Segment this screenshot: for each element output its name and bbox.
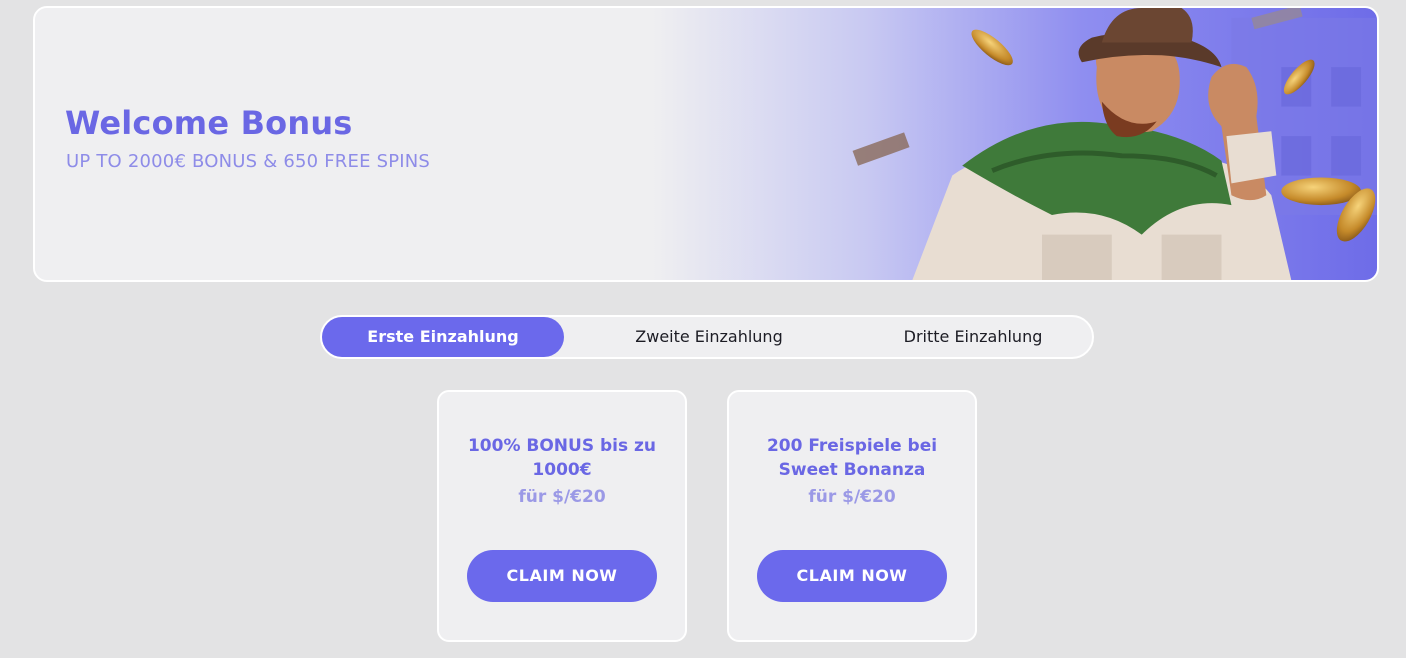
banner-subtitle: UP TO 2000€ BONUS & 650 FREE SPINS: [66, 151, 431, 172]
tab-erste-einzahlung[interactable]: Erste Einzahlung: [322, 317, 564, 357]
offer-requirement: für $/€20: [518, 487, 606, 507]
claim-now-button[interactable]: CLAIM NOW: [467, 550, 657, 602]
tab-zweite-einzahlung[interactable]: Zweite Einzahlung: [580, 317, 838, 357]
free-spins-offer-card: 200 Freispiele bei Sweet Bonanza für $/€…: [727, 390, 977, 642]
deposit-tabs: Erste Einzahlung Zweite Einzahlung Dritt…: [320, 315, 1094, 359]
cowboy-illustration: [35, 8, 1377, 280]
offer-title: 200 Freispiele bei Sweet Bonanza: [766, 436, 938, 480]
bonus-offer-card: 100% BONUS bis zu 1000€ für $/€20 CLAIM …: [437, 390, 687, 642]
claim-now-button[interactable]: CLAIM NOW: [757, 550, 947, 602]
offer-title: 100% BONUS bis zu 1000€: [467, 436, 657, 480]
offer-requirement: für $/€20: [808, 487, 896, 507]
banner-title: Welcome Bonus: [65, 104, 353, 142]
tab-dritte-einzahlung[interactable]: Dritte Einzahlung: [844, 317, 1102, 357]
welcome-banner: Welcome Bonus UP TO 2000€ BONUS & 650 FR…: [33, 6, 1379, 282]
